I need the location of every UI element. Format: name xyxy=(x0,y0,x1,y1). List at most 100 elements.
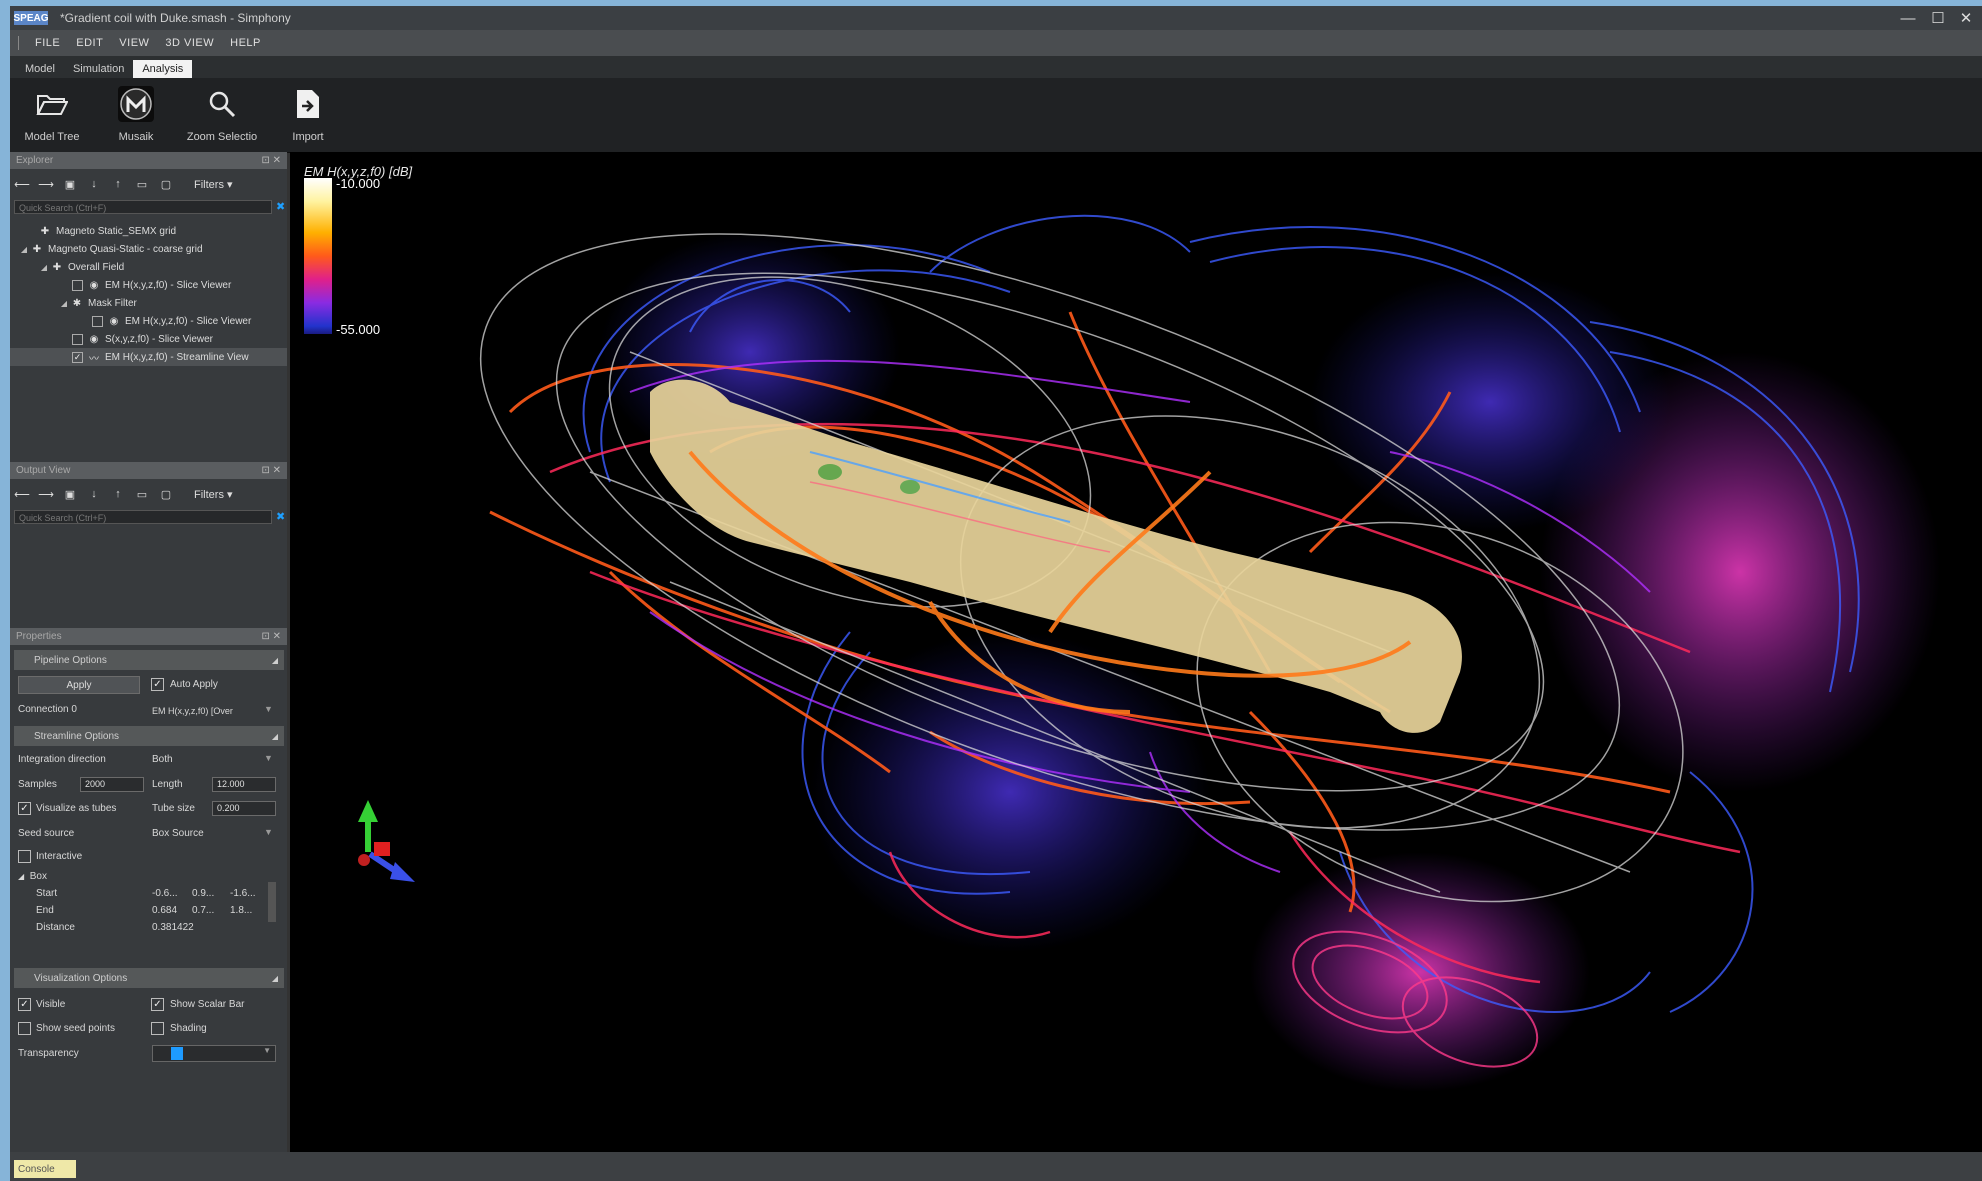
back-icon[interactable]: ⟵ xyxy=(10,178,34,191)
end-y-value[interactable]: 0.7... xyxy=(192,905,214,916)
properties-header: Properties ⊡ ✕ xyxy=(10,628,287,645)
box-group[interactable]: ◢ Box xyxy=(18,871,47,882)
forward-icon[interactable]: ⟶ xyxy=(34,488,58,501)
visibility-checkbox[interactable] xyxy=(72,333,83,345)
plus-icon: ✚ xyxy=(52,261,62,273)
distance-label: Distance xyxy=(36,922,75,933)
menu-edit[interactable]: EDIT xyxy=(76,37,103,49)
import-button[interactable]: Import xyxy=(266,86,350,146)
maximize-button[interactable]: ☐ xyxy=(1924,6,1952,30)
length-input[interactable]: 12.000 xyxy=(212,777,276,792)
visibility-checkbox[interactable]: ✓ xyxy=(72,351,83,363)
up-icon[interactable]: ↑ xyxy=(106,488,130,500)
apply-button[interactable]: Apply xyxy=(18,676,140,694)
show-scalar-bar-checkbox[interactable]: ✓ xyxy=(151,998,164,1011)
properties-scrollbar[interactable] xyxy=(268,882,276,922)
zoom-selection-button[interactable]: Zoom Selectio xyxy=(180,86,264,146)
menu-help[interactable]: HELP xyxy=(230,37,261,49)
integration-direction-select[interactable]: Both xyxy=(152,754,173,765)
tree-item[interactable]: ◉ EM H(x,y,z,f0) - Slice Viewer xyxy=(92,312,251,330)
menu-3d-view[interactable]: 3D VIEW xyxy=(165,37,214,49)
output-toolbar: ⟵ ⟶ ▣ ↓ ↑ ▭ ▢ Filters ▾ xyxy=(10,482,287,506)
dropdown-arrow-icon[interactable]: ▼ xyxy=(264,704,273,714)
end-z-value[interactable]: 1.8... xyxy=(230,905,252,916)
tree-item[interactable]: ◢ ✱ Mask Filter xyxy=(58,294,137,312)
tab-simulation[interactable]: Simulation xyxy=(64,60,133,78)
output-search-input[interactable]: Quick Search (Ctrl+F) xyxy=(14,510,272,524)
field-glow xyxy=(1250,852,1590,1092)
tree-item[interactable]: ◉ EM H(x,y,z,f0) - Slice Viewer xyxy=(72,276,231,294)
tab-analysis[interactable]: Analysis xyxy=(133,60,193,78)
explorer-search-input[interactable]: Quick Search (Ctrl+F) xyxy=(14,200,272,214)
collapse-icon[interactable]: ▭ xyxy=(130,178,154,191)
interactive-checkbox[interactable] xyxy=(18,850,31,863)
seed-source-select[interactable]: Box Source xyxy=(152,828,204,839)
close-button[interactable]: ✕ xyxy=(1952,6,1980,30)
pipeline-options-section[interactable]: Pipeline Options ◢ xyxy=(14,650,284,670)
visualize-tubes-checkbox[interactable]: ✓ xyxy=(18,802,31,815)
start-z-value[interactable]: -1.6... xyxy=(230,888,256,899)
3d-viewport[interactable]: EM H(x,y,z,f0) [dB] -10.000 -55.000 xyxy=(290,152,1982,1152)
application-window: SPEAG *Gradient coil with Duke.smash - S… xyxy=(10,6,1982,1181)
tree-item[interactable]: ◉ S(x,y,z,f0) - Slice Viewer xyxy=(72,330,213,348)
tab-model[interactable]: Model xyxy=(16,60,64,78)
visualize-tubes-label: Visualize as tubes xyxy=(36,803,117,814)
forward-icon[interactable]: ⟶ xyxy=(34,178,58,191)
output-filters[interactable]: Filters ▾ xyxy=(194,488,233,501)
explorer-filters[interactable]: Filters ▾ xyxy=(194,178,233,191)
auto-apply-checkbox[interactable]: ✓ xyxy=(151,678,164,691)
save-icon[interactable]: ▣ xyxy=(58,178,82,191)
connection-select[interactable]: EM H(x,y,z,f0) [Over xyxy=(152,706,233,716)
collapse-arrow-icon: ◢ xyxy=(271,655,278,665)
visualization-options-section[interactable]: Visualization Options ◢ xyxy=(14,968,284,988)
panel-close-icon[interactable]: ⊡ ✕ xyxy=(261,155,281,166)
shading-checkbox[interactable] xyxy=(151,1022,164,1035)
search-clear-icon[interactable]: ✖ xyxy=(276,510,286,524)
panel-close-icon[interactable]: ⊡ ✕ xyxy=(261,465,281,476)
streamline-options-section[interactable]: Streamline Options ◢ xyxy=(14,726,284,746)
expand-arrow-icon[interactable]: ◢ xyxy=(18,245,30,254)
panel-close-icon[interactable]: ⊡ ✕ xyxy=(261,631,281,642)
start-x-value[interactable]: -0.6... xyxy=(152,888,178,899)
back-icon[interactable]: ⟵ xyxy=(10,488,34,501)
dropdown-arrow-icon[interactable]: ▼ xyxy=(264,827,273,837)
tree-item-selected[interactable]: ✓ 〰 EM H(x,y,z,f0) - Streamline View xyxy=(10,348,287,366)
tree-item[interactable]: ◢ ✚ Magneto Quasi-Static - coarse grid xyxy=(18,240,203,258)
visibility-checkbox[interactable] xyxy=(72,279,83,291)
musaik-button[interactable]: Musaik xyxy=(94,86,178,146)
console-tab[interactable]: Console xyxy=(14,1160,76,1178)
show-seed-points-checkbox[interactable] xyxy=(18,1022,31,1035)
expand-arrow-icon[interactable]: ◢ xyxy=(58,299,70,308)
menu-view[interactable]: VIEW xyxy=(119,37,149,49)
tree-item[interactable]: ◢ ✚ Overall Field xyxy=(38,258,124,276)
y-axis-arrow-icon xyxy=(358,800,378,822)
expand-icon[interactable]: ▢ xyxy=(154,488,178,501)
distance-value: 0.381422 xyxy=(152,922,194,933)
end-x-value[interactable]: 0.684 xyxy=(152,905,177,916)
visibility-checkbox[interactable] xyxy=(92,315,103,327)
menu-file[interactable]: FILE xyxy=(35,37,60,49)
model-tree-button[interactable]: Model Tree xyxy=(10,86,94,146)
minimize-button[interactable]: — xyxy=(1894,6,1922,30)
slider-handle[interactable] xyxy=(171,1047,183,1060)
samples-input[interactable]: 2000 xyxy=(80,777,144,792)
search-clear-icon[interactable]: ✖ xyxy=(276,200,286,214)
collapse-icon[interactable]: ▭ xyxy=(130,488,154,501)
streamline-icon: 〰 xyxy=(89,353,99,365)
transparency-slider[interactable]: ▼ xyxy=(152,1045,276,1062)
tree-item[interactable]: ✚ Magneto Static_SEMX grid xyxy=(26,222,176,240)
tube-size-input[interactable]: 0.200 xyxy=(212,801,276,816)
up-icon[interactable]: ↑ xyxy=(106,178,130,190)
expand-icon[interactable]: ▢ xyxy=(154,178,178,191)
field-glow xyxy=(1310,272,1670,532)
visible-checkbox[interactable]: ✓ xyxy=(18,998,31,1011)
down-icon[interactable]: ↓ xyxy=(82,488,106,500)
collapse-arrow-icon: ◢ xyxy=(271,973,278,983)
down-icon[interactable]: ↓ xyxy=(82,178,106,190)
start-y-value[interactable]: 0.9... xyxy=(192,888,214,899)
expand-arrow-icon[interactable]: ◢ xyxy=(38,263,50,272)
explorer-header: Explorer ⊡ ✕ xyxy=(10,152,287,169)
show-scalar-bar-label: Show Scalar Bar xyxy=(170,999,245,1010)
save-icon[interactable]: ▣ xyxy=(58,488,82,501)
dropdown-arrow-icon[interactable]: ▼ xyxy=(264,753,273,763)
